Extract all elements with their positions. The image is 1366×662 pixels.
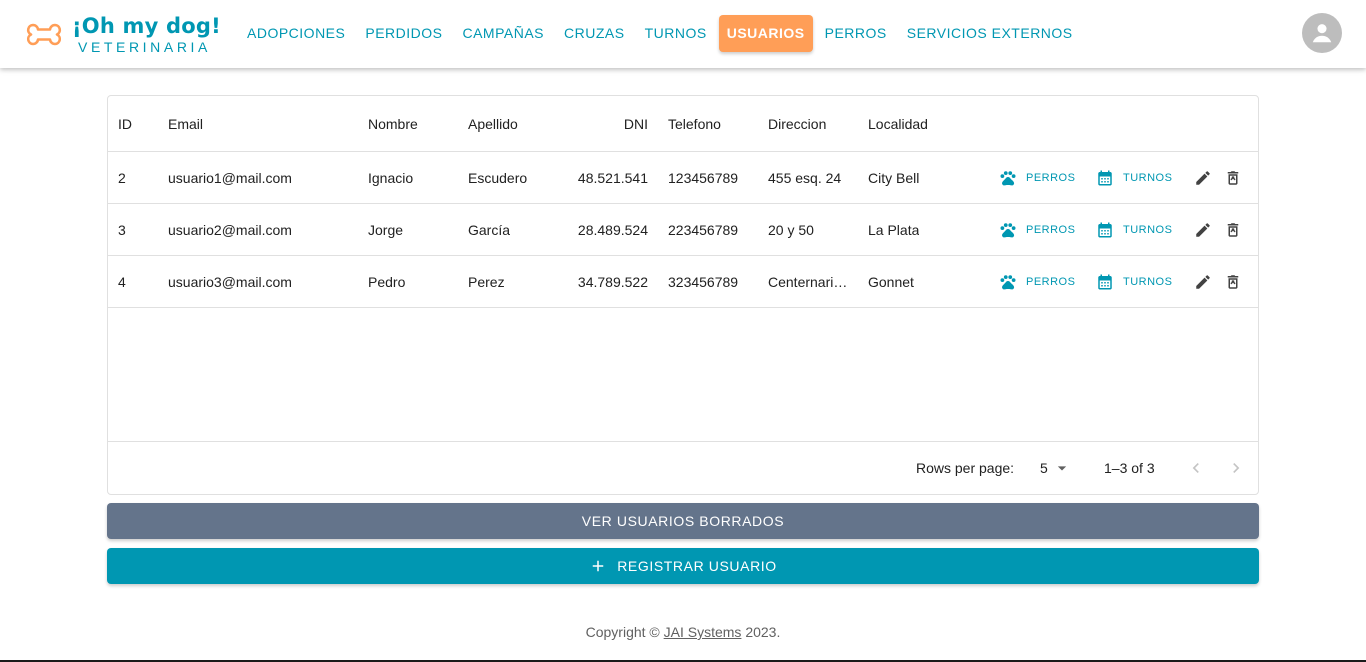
column-header-email[interactable]: Email [158, 96, 358, 151]
perros-button[interactable]: PERROS [999, 217, 1075, 243]
delete-button[interactable] [1223, 220, 1243, 240]
edit-button[interactable] [1193, 168, 1213, 188]
cell-direccion: 455 esq. 24 [768, 169, 842, 186]
nav-adopciones[interactable]: ADOPCIONES [237, 15, 355, 52]
turnos-button[interactable]: TURNOS [1096, 165, 1172, 191]
page-footer: Copyright © JAI Systems 2023. [0, 624, 1366, 640]
turnos-button[interactable]: TURNOS [1096, 269, 1172, 295]
edit-button[interactable] [1193, 220, 1213, 240]
nav-usuarios[interactable]: USUARIOS [718, 15, 813, 52]
cell-apellido: García [468, 221, 511, 238]
paw-icon [1000, 223, 1016, 238]
row-actions: PERROS TURNOS [988, 152, 1258, 203]
column-header-telefono[interactable]: Telefono [658, 96, 758, 151]
row-actions: PERROS TURNOS [988, 204, 1258, 255]
column-header-apellido[interactable]: Apellido [458, 96, 558, 151]
copyright-prefix: Copyright © [585, 624, 664, 640]
view-deleted-users-label: VER USUARIOS BORRADOS [581, 513, 785, 529]
delete-icon [1227, 171, 1239, 185]
chevron-right-icon [1233, 463, 1240, 473]
copyright-suffix: 2023. [741, 624, 781, 640]
perros-button[interactable]: PERROS [999, 165, 1075, 191]
column-header-nombre[interactable]: Nombre [358, 96, 458, 151]
column-header-id[interactable]: ID [108, 96, 158, 151]
cell-direccion: 20 y 50 [768, 221, 814, 238]
brand-title: ¡Oh my dog! [72, 14, 221, 38]
nav-campanas[interactable]: CAMPAÑAS [452, 15, 554, 52]
cell-apellido: Escudero [468, 169, 528, 186]
table-pagination: Rows per page: 5 1–3 of 3 [108, 441, 1258, 494]
delete-icon [1227, 275, 1239, 289]
delete-button[interactable] [1223, 272, 1243, 292]
cell-apellido: Perez [468, 273, 505, 290]
cell-localidad: City Bell [868, 169, 920, 186]
user-avatar-button[interactable] [1302, 13, 1342, 53]
table-row[interactable]: 2 usuario1@mail.com Ignacio Escudero 48.… [108, 152, 1258, 204]
perros-button[interactable]: PERROS [999, 269, 1075, 295]
nav-turnos[interactable]: TURNOS [635, 15, 717, 52]
chevron-left-icon [1192, 463, 1199, 473]
cell-telefono: 323456789 [668, 273, 739, 290]
main-nav: ADOPCIONES PERDIDOS CAMPAÑAS CRUZAS TURN… [237, 15, 1083, 52]
row-actions: PERROS TURNOS [988, 256, 1258, 307]
plus-icon [592, 560, 604, 572]
edit-icon [1196, 223, 1210, 237]
previous-page-button[interactable] [1185, 457, 1207, 479]
account-circle-icon [1312, 24, 1332, 43]
column-header-localidad[interactable]: Localidad [858, 96, 958, 151]
table-row[interactable]: 3 usuario2@mail.com Jorge García 28.489.… [108, 204, 1258, 256]
cell-telefono: 123456789 [668, 169, 739, 186]
cell-telefono: 223456789 [668, 221, 739, 238]
cell-dni: 28.489.524 [577, 221, 648, 238]
cell-email: usuario2@mail.com [168, 221, 292, 238]
arrow-drop-down-icon [1057, 466, 1066, 471]
cell-nombre: Ignacio [368, 169, 414, 186]
cell-email: usuario1@mail.com [168, 169, 292, 186]
calendar-icon [1098, 170, 1112, 186]
users-table: ID Email Nombre Apellido DNI Telefono Di… [107, 95, 1259, 495]
bone-logo-icon [26, 23, 62, 46]
edit-icon [1196, 275, 1210, 289]
cell-dni: 48.521.541 [577, 169, 648, 186]
cell-id: 3 [118, 221, 126, 238]
edit-icon [1196, 171, 1210, 185]
cell-localidad: Gonnet [868, 273, 914, 290]
column-header-direccion[interactable]: Direccion [758, 96, 858, 151]
cell-dni: 34.789.522 [577, 273, 648, 290]
delete-button[interactable] [1223, 168, 1243, 188]
cell-nombre: Pedro [368, 273, 406, 290]
turnos-button[interactable]: TURNOS [1096, 217, 1172, 243]
paw-icon [1000, 171, 1016, 186]
brand-subtitle: VETERINARIA [78, 39, 211, 55]
nav-cruzas[interactable]: CRUZAS [554, 15, 635, 52]
register-user-button[interactable]: REGISTRAR USUARIO [107, 548, 1259, 584]
nav-perdidos[interactable]: PERDIDOS [355, 15, 452, 52]
table-header: ID Email Nombre Apellido DNI Telefono Di… [108, 96, 1258, 152]
view-deleted-users-button[interactable]: VER USUARIOS BORRADOS [107, 503, 1259, 539]
cell-id: 4 [118, 273, 126, 290]
pagination-range: 1–3 of 3 [1104, 460, 1155, 476]
app-bar: ¡Oh my dog! VETERINARIA ADOPCIONES PERDI… [0, 0, 1366, 68]
table-row[interactable]: 4 usuario3@mail.com Pedro Perez 34.789.5… [108, 256, 1258, 308]
paw-icon [1000, 275, 1016, 290]
register-user-label: REGISTRAR USUARIO [617, 558, 777, 574]
calendar-icon [1098, 274, 1112, 290]
cell-nombre: Jorge [368, 221, 404, 238]
rows-per-page-label: Rows per page: [916, 460, 1015, 476]
next-page-button[interactable] [1225, 457, 1247, 479]
column-header-dni[interactable]: DNI [558, 96, 658, 151]
cell-direccion: Centernario y 489 [768, 273, 848, 290]
edit-button[interactable] [1193, 272, 1213, 292]
cell-id: 2 [118, 169, 126, 186]
rows-per-page-select[interactable]: 5 [1040, 455, 1072, 481]
calendar-icon [1098, 222, 1112, 238]
nav-perros[interactable]: PERROS [815, 15, 897, 52]
cell-email: usuario3@mail.com [168, 273, 292, 290]
nav-servicios-externos[interactable]: SERVICIOS EXTERNOS [897, 15, 1083, 52]
delete-icon [1227, 223, 1239, 237]
jai-systems-link[interactable]: JAI Systems [664, 624, 742, 640]
cell-localidad: La Plata [868, 221, 920, 238]
brand-logo[interactable]: ¡Oh my dog! VETERINARIA [26, 8, 221, 60]
rows-per-page-value: 5 [1040, 460, 1048, 476]
